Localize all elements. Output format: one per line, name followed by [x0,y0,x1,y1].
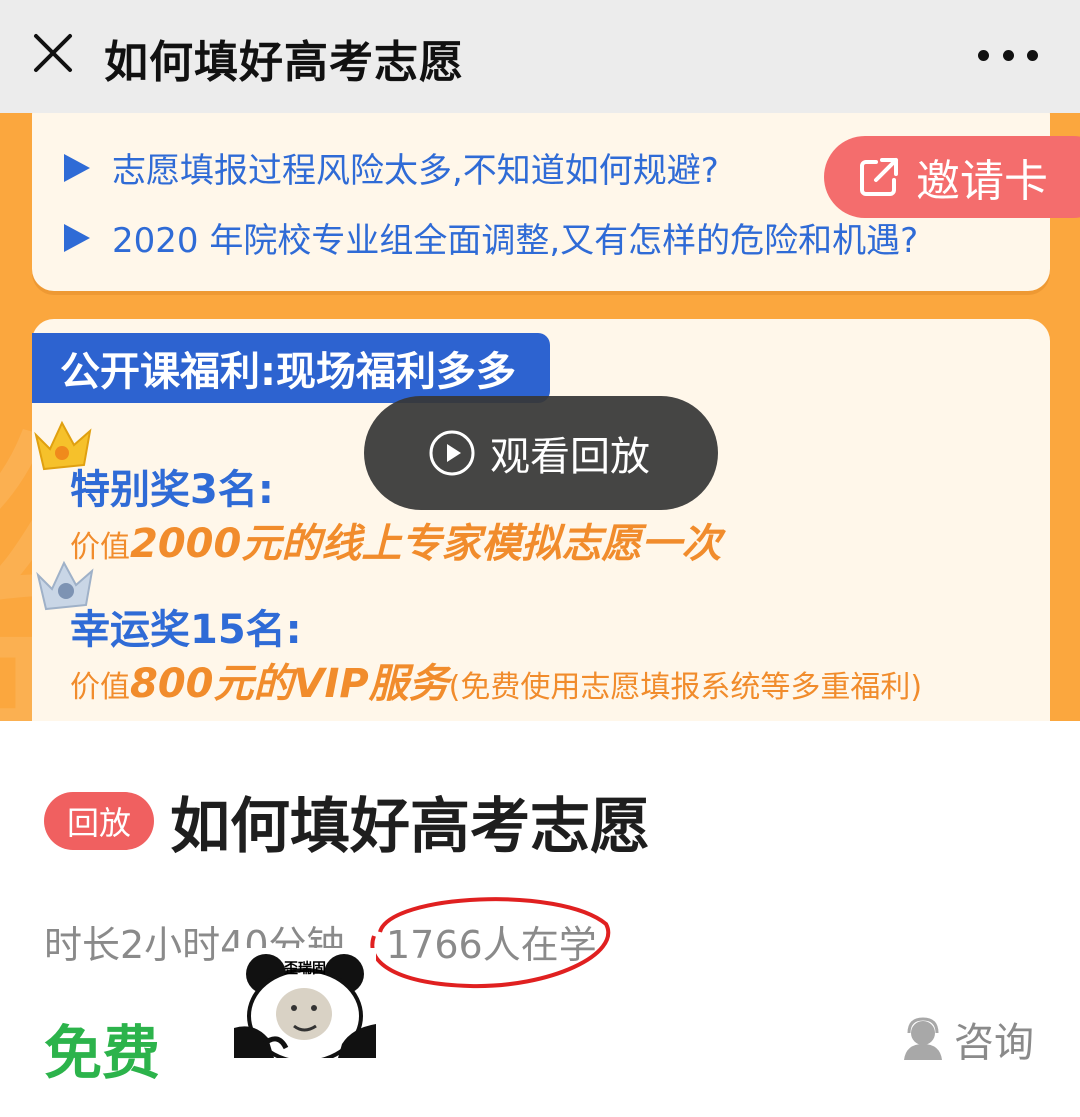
page-title: 如何填好高考志愿 [104,37,464,88]
title-bar: 如何填好高考志愿 [0,0,1080,113]
bullet-item: 2020 年院校专业组全面调整,又有怎样的危险和机遇? [64,213,918,262]
course-price: 免费 [44,1019,161,1087]
more-dot [978,49,989,61]
meme-caption: 歪瑞固 [284,961,326,977]
course-banner[interactable]: 公 开 志愿填报过程风险太多,不知道如何规避? 2020 年院校专业组全面调整,… [0,113,1080,721]
prize-desc-suffix: (免费使用志愿填报系统等多重福利) [448,670,923,705]
prize-desc-prefix: 价值 [70,670,130,705]
watch-replay-label: 观看回放 [490,434,650,480]
panda-meme-sticker: 歪瑞固 [234,948,376,1058]
course-title: 如何填好高考志愿 [170,792,650,862]
invite-card-label: 邀请卡 [916,156,1048,207]
prize-desc-highlight: 800元的VIP服务 [130,661,449,707]
play-icon [429,430,475,476]
triangle-bullet-icon [64,153,90,182]
prize-description: 价值2000元的线上专家模拟志愿一次 [70,511,721,569]
triangle-bullet-icon [64,223,90,252]
close-icon [34,34,72,72]
more-options-button[interactable] [978,30,1038,80]
prize-description: 价值800元的VIP服务(免费使用志愿填报系统等多重福利) [70,651,922,709]
share-icon [860,158,898,196]
more-dot [1027,49,1038,61]
replay-badge-text: 回放 [66,804,131,842]
watch-replay-button[interactable]: 观看回放 [364,396,718,510]
red-circle-annotation [370,897,611,989]
more-dot [1002,49,1014,61]
consult-label: 咨询 [954,1020,1034,1066]
welfare-header-text: 公开课福利:现场福利多多 [60,349,516,395]
bullet-text: 志愿填报过程风险太多,不知道如何规避? [112,151,719,191]
customer-service-icon [904,1017,942,1060]
replay-badge: 回放 [44,792,154,850]
close-button[interactable] [30,30,76,76]
prize-title: 幸运奖15名: [70,607,302,653]
bullet-text: 2020 年院校专业组全面调整,又有怎样的危险和机遇? [112,221,919,261]
invite-card-button[interactable]: 邀请卡 [824,136,1080,218]
welfare-header: 公开课福利:现场福利多多 [32,333,550,403]
consult-button[interactable]: 咨询 [900,1010,1034,1068]
prize-title: 特别奖3名: [70,467,274,513]
bullet-item: 志愿填报过程风险太多,不知道如何规避? [64,143,719,192]
prize-desc-highlight: 2000元的线上专家模拟志愿一次 [130,521,722,567]
